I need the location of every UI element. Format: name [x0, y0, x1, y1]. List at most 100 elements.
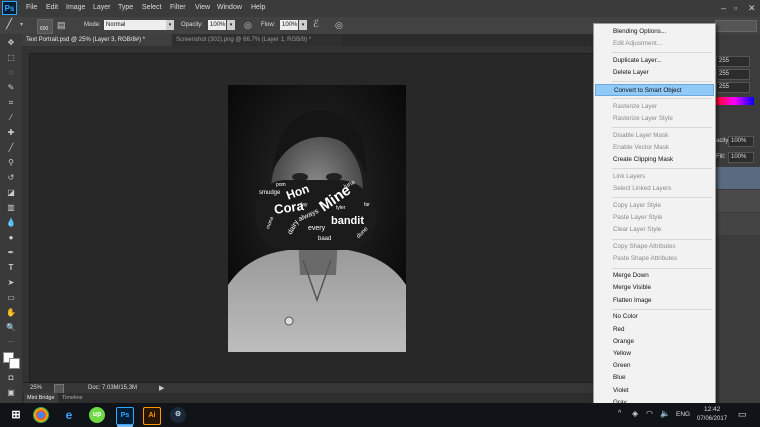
- workspace-dropdown[interactable]: [715, 20, 757, 32]
- color-ramp[interactable]: [714, 97, 754, 105]
- layer-row-selected[interactable]: [714, 167, 760, 189]
- volume-icon[interactable]: 🔈: [660, 409, 670, 418]
- wifi-icon[interactable]: ◠: [646, 409, 653, 418]
- tray-chevron-icon[interactable]: ^: [618, 410, 621, 417]
- language-indicator[interactable]: ENG: [676, 411, 690, 418]
- brush-preset-picker[interactable]: 600: [37, 19, 53, 34]
- screen-mode-icon[interactable]: ▣: [5, 388, 17, 398]
- pen-tool-icon[interactable]: ✒: [5, 248, 17, 258]
- brush-panel-icon[interactable]: ▤: [57, 20, 66, 31]
- pressure-size-icon[interactable]: ◎: [335, 20, 343, 31]
- chrome-icon[interactable]: [33, 407, 49, 423]
- menu-item-no-color[interactable]: No Color: [595, 311, 714, 323]
- status-menu-arrow-icon[interactable]: ▶: [159, 384, 164, 392]
- move-tool-icon[interactable]: ✥: [5, 38, 17, 48]
- brush-tool-icon[interactable]: ╱: [6, 19, 12, 30]
- eraser-tool-icon[interactable]: ◪: [5, 188, 17, 198]
- document-image[interactable]: Cora Hon Mine bandit smudge every baad d…: [228, 85, 406, 352]
- menu-item-convert-to-smart-object[interactable]: Convert to Smart Object: [595, 84, 714, 96]
- menu-view[interactable]: View: [195, 4, 210, 11]
- flow-chevron-icon[interactable]: ▾: [299, 20, 307, 30]
- edge-icon[interactable]: e: [61, 407, 77, 423]
- menu-help[interactable]: Help: [251, 4, 265, 11]
- marquee-tool-icon[interactable]: ⬚: [5, 53, 17, 63]
- color-value-b[interactable]: 255: [716, 82, 750, 93]
- type-tool-icon[interactable]: T: [5, 263, 17, 273]
- menu-item-create-clipping-mask[interactable]: Create Clipping Mask: [595, 154, 714, 166]
- menu-item-green[interactable]: Green: [595, 360, 714, 372]
- path-selection-tool-icon[interactable]: ➤: [5, 278, 17, 288]
- color-value-r[interactable]: 255: [716, 56, 750, 67]
- history-brush-tool-icon[interactable]: ↺: [5, 173, 17, 183]
- eyedropper-tool-icon[interactable]: ⁄: [5, 113, 17, 123]
- menu-item-flatten-image[interactable]: Flatten Image: [595, 295, 714, 307]
- tab-text-portrait[interactable]: Text Portrait.psd @ 25% (Layer 3, RGB/8#…: [22, 34, 172, 46]
- tab-timeline[interactable]: Timeline: [62, 393, 83, 403]
- clock-time[interactable]: 12:42: [704, 406, 720, 413]
- upwork-icon[interactable]: up: [89, 407, 105, 423]
- menu-file[interactable]: File: [26, 4, 37, 11]
- chevron-down-icon[interactable]: ▾: [20, 21, 23, 28]
- menu-image[interactable]: Image: [66, 4, 85, 11]
- zoom-tool-icon[interactable]: 🔍: [5, 323, 17, 333]
- menu-window[interactable]: Window: [217, 4, 242, 11]
- notifications-icon[interactable]: ▭: [738, 409, 747, 420]
- layer-opacity-input[interactable]: 100%: [728, 136, 754, 147]
- more-tools-icon[interactable]: ···: [5, 337, 17, 347]
- dodge-tool-icon[interactable]: ●: [5, 233, 17, 243]
- mode-chevron-icon[interactable]: ▾: [166, 20, 174, 30]
- menu-item-duplicate-layer[interactable]: Duplicate Layer...: [595, 55, 714, 67]
- quick-mask-icon[interactable]: ◘: [5, 373, 17, 383]
- menu-item-merge-down[interactable]: Merge Down: [595, 270, 714, 282]
- tab-screenshot[interactable]: Screenshot (302).png @ 66.7% (Layer 1, R…: [172, 34, 342, 46]
- gradient-tool-icon[interactable]: ▥: [5, 203, 17, 213]
- network-icon[interactable]: ◈: [632, 409, 638, 418]
- opacity-input[interactable]: 100%: [208, 20, 226, 30]
- zoom-level[interactable]: 25%: [30, 385, 42, 391]
- windows-start-icon[interactable]: ⊞: [8, 407, 24, 423]
- menu-layer[interactable]: Layer: [93, 4, 111, 11]
- minimize-icon[interactable]: –: [721, 3, 726, 13]
- menu-type[interactable]: Type: [118, 4, 133, 11]
- illustrator-taskbar-icon[interactable]: Ai: [143, 407, 161, 425]
- hand-tool-icon[interactable]: ✋: [5, 308, 17, 318]
- photoshop-logo-icon: Ps: [2, 1, 17, 15]
- menu-item-orange[interactable]: Orange: [595, 336, 714, 348]
- menu-item-red[interactable]: Red: [595, 324, 714, 336]
- lasso-tool-icon[interactable]: ◌: [5, 68, 17, 78]
- menu-item-delete-layer[interactable]: Delete Layer: [595, 67, 714, 79]
- close-icon[interactable]: ✕: [748, 3, 756, 14]
- opacity-chevron-icon[interactable]: ▾: [227, 20, 235, 30]
- color-value-g[interactable]: 255: [716, 69, 750, 80]
- menu-filter[interactable]: Filter: [170, 4, 186, 11]
- crop-tool-icon[interactable]: ⌗: [5, 98, 17, 108]
- menu-item-clear-layer-style: Clear Layer Style: [613, 226, 662, 234]
- menu-item-yellow[interactable]: Yellow: [595, 348, 714, 360]
- shape-tool-icon[interactable]: ▭: [5, 293, 17, 303]
- background-color-swatch[interactable]: [9, 358, 20, 369]
- layer-row[interactable]: [714, 213, 760, 235]
- layer-row[interactable]: [714, 190, 760, 212]
- tools-panel: ✥ ⬚ ◌ ✎ ⌗ ⁄ ✚ ╱ ⚲ ↺ ◪ ▥ 💧 ● ✒ T ➤ ▭ ✋ 🔍 …: [0, 34, 23, 404]
- tab-mini-bridge[interactable]: Mini Bridge: [24, 393, 58, 403]
- menu-select[interactable]: Select: [142, 4, 161, 11]
- airbrush-icon[interactable]: ℰ: [313, 19, 319, 30]
- flow-input[interactable]: 100%: [280, 20, 298, 30]
- menu-item-violet[interactable]: Violet: [595, 385, 714, 397]
- menu-item-blending-options[interactable]: Blending Options...: [595, 26, 714, 38]
- blur-tool-icon[interactable]: 💧: [5, 218, 17, 228]
- menu-item-blue[interactable]: Blue: [595, 372, 714, 384]
- clock-date[interactable]: 07/06/2017: [697, 416, 727, 422]
- layer-fill-input[interactable]: 100%: [728, 152, 754, 163]
- mode-dropdown[interactable]: Normal: [104, 20, 166, 30]
- healing-brush-tool-icon[interactable]: ✚: [5, 128, 17, 138]
- restore-icon[interactable]: ▫: [734, 3, 737, 13]
- steam-icon[interactable]: ⚙: [170, 407, 186, 423]
- menu-item-merge-visible[interactable]: Merge Visible: [595, 282, 714, 294]
- brush-tool-icon[interactable]: ╱: [5, 143, 17, 153]
- quick-select-tool-icon[interactable]: ✎: [5, 83, 17, 93]
- menu-edit[interactable]: Edit: [46, 4, 58, 11]
- photoshop-taskbar-icon[interactable]: Ps: [116, 407, 134, 425]
- pressure-opacity-icon[interactable]: ◎: [244, 20, 252, 31]
- clone-stamp-tool-icon[interactable]: ⚲: [5, 158, 17, 168]
